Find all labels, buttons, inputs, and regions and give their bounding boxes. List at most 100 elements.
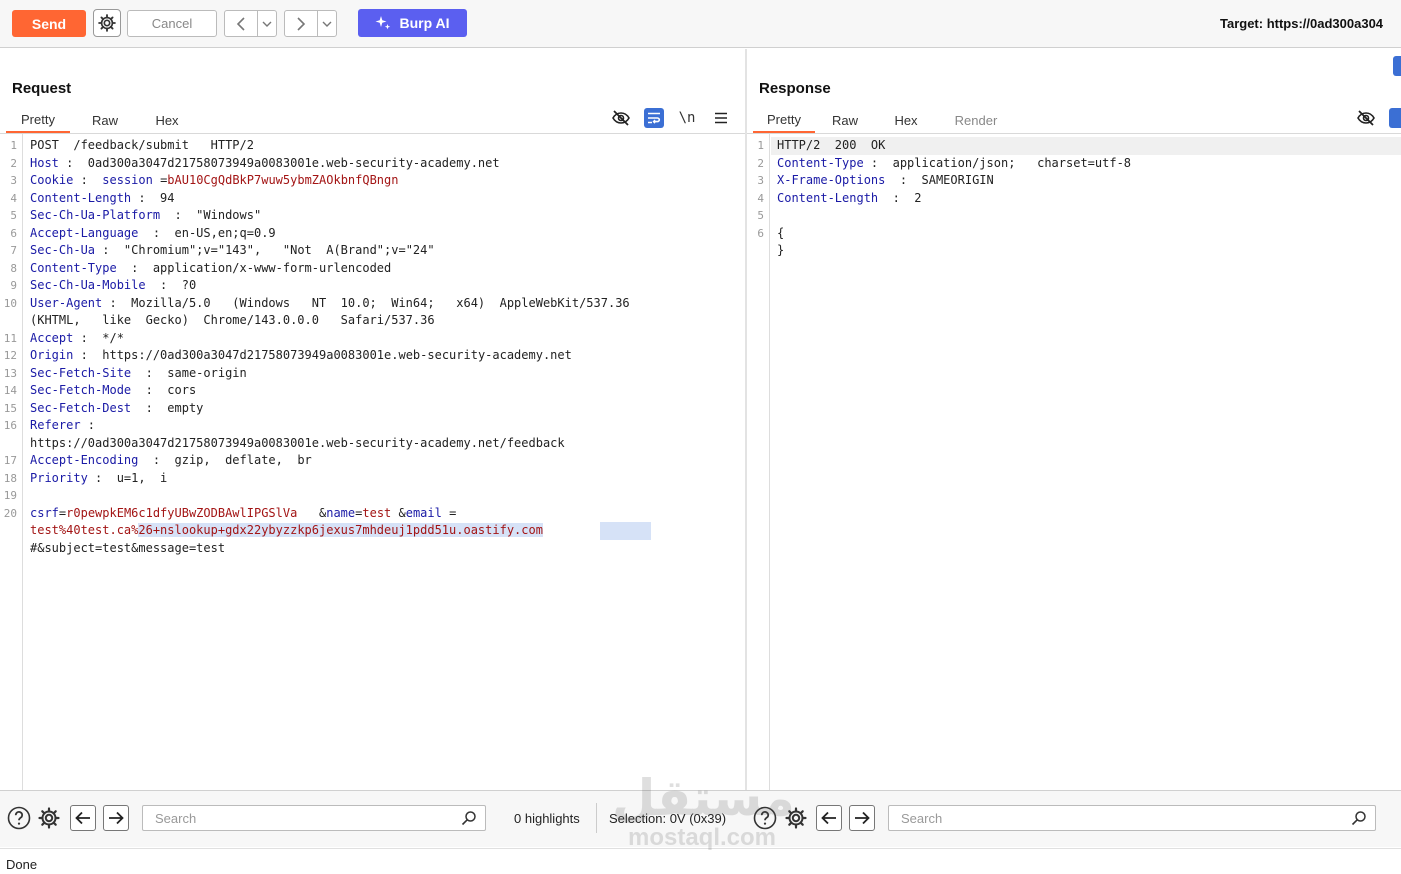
code-text: : <box>80 418 96 432</box>
request-line[interactable]: 18 Priority : u=1, i <box>0 470 745 488</box>
request-tab-hex[interactable]: Hex <box>140 107 194 133</box>
line-number: 19 <box>3 489 17 502</box>
request-line[interactable]: 7 Sec-Ch-Ua : "Chromium";v="143", "Not A(… <box>0 242 745 260</box>
line-code: Content-Length : 94 <box>30 190 175 208</box>
response-line[interactable]: 4 Content-Length : 2 <box>747 190 1401 208</box>
request-line[interactable]: 5 Sec-Ch-Ua-Platform : "Windows" <box>0 207 745 225</box>
selection-tail <box>600 522 651 540</box>
request-line[interactable]: 15 Sec-Fetch-Dest : empty <box>0 400 745 418</box>
search-settings-button[interactable] <box>36 805 62 831</box>
wrap-lines-icon <box>648 112 661 124</box>
request-line[interactable]: 6 Accept-Language : en-US,en;q=0.9 <box>0 225 745 243</box>
response-line[interactable]: 1 HTTP/2 200 OK <box>747 137 1401 155</box>
code-text: (KHTML, like Gecko) Chrome/143.0.0.0 Saf… <box>30 313 435 327</box>
code-text: : 0ad300a3047d21758073949a0083001e.web-s… <box>58 155 500 170</box>
response-tab-raw[interactable]: Raw <box>815 107 875 133</box>
back-history-dropdown[interactable] <box>258 11 276 36</box>
line-number: 2 <box>757 156 764 170</box>
line-number: 2 <box>10 156 17 170</box>
response-wrap-lines-button[interactable] <box>1389 108 1401 128</box>
wrap-lines-button[interactable] <box>644 108 664 128</box>
request-line[interactable]: 1 POST /feedback/submit HTTP/2 <box>0 137 745 155</box>
header-key: Host <box>30 155 59 170</box>
response-search-input[interactable]: Search <box>888 805 1376 831</box>
side-panel-tab[interactable] <box>1393 56 1401 76</box>
request-line[interactable]: 8 Content-Type : application/x-www-form-u… <box>0 260 745 278</box>
search-next-button[interactable] <box>103 805 129 831</box>
response-line[interactable]: 2 Content-Type : application/json; charse… <box>747 155 1401 173</box>
response-search-prev-button[interactable] <box>816 805 842 831</box>
chevron-down-icon <box>262 21 272 27</box>
back-button[interactable] <box>225 11 258 36</box>
response-hide-nonprintable-button[interactable] <box>1355 107 1377 129</box>
line-number: 11 <box>3 331 17 345</box>
line-number: 3 <box>10 174 17 187</box>
code-text: { <box>777 225 785 240</box>
response-search-next-button[interactable] <box>849 805 875 831</box>
request-tab-pretty[interactable]: Pretty <box>6 107 70 133</box>
line-code: Content-Type : application/json; charset… <box>777 155 1131 173</box>
request-line[interactable]: 20 csrf=r0pewpkEM6c1dfyUBwZODBAwlIPGSlVa … <box>0 505 745 523</box>
request-line[interactable]: (KHTML, like Gecko) Chrome/143.0.0.0 Saf… <box>0 312 745 330</box>
line-code: Sec-Fetch-Site : same-origin <box>30 365 247 383</box>
arrow-right-icon <box>109 811 124 825</box>
response-line[interactable]: 6{ <box>747 225 1401 243</box>
code-text: HTTP/2 200 OK <box>777 138 886 152</box>
newline-toggle-button[interactable]: \n <box>676 107 698 129</box>
request-tab-raw[interactable]: Raw <box>70 107 140 133</box>
request-menu-button[interactable] <box>710 107 732 129</box>
request-line[interactable]: 11 Accept : */* <box>0 330 745 348</box>
response-editor[interactable]: 1 HTTP/2 200 OK 2 Content-Type : applicatio… <box>747 134 1401 790</box>
send-button[interactable]: Send <box>12 10 86 37</box>
forward-button[interactable] <box>285 11 318 36</box>
request-line[interactable]: 2 Host : 0ad300a3047d21758073949a0083001e… <box>0 155 745 173</box>
chevron-down-icon <box>322 21 332 27</box>
request-line[interactable]: 14 Sec-Fetch-Mode : cors <box>0 382 745 400</box>
code-text: : Mozilla/5.0 (Windows NT 10.0; Win64; x… <box>102 295 630 310</box>
burp-ai-button[interactable]: Burp AI <box>358 9 467 37</box>
response-tab-pretty[interactable]: Pretty <box>753 107 815 133</box>
request-line[interactable]: 3 Cookie : session =bAU10CgQdBkP7wuw5ybmZ… <box>0 172 745 190</box>
line-code: Accept-Language : en-US,en;q=0.9 <box>30 225 276 243</box>
line-code: (KHTML, like Gecko) Chrome/143.0.0.0 Saf… <box>30 312 435 330</box>
eye-slash-icon <box>612 110 630 126</box>
search-icon <box>1351 811 1366 826</box>
target-label[interactable]: Target: https://0ad300a304 <box>1220 16 1401 31</box>
cancel-button[interactable]: Cancel <box>127 10 217 37</box>
header-key: Accept-Encoding <box>30 453 139 467</box>
request-search-input[interactable]: Search <box>142 805 486 831</box>
request-line[interactable]: 10 User-Agent : Mozilla/5.0 (Windows NT 1… <box>0 295 745 313</box>
response-line[interactable]: } <box>747 242 1401 260</box>
header-key: session <box>102 173 153 187</box>
request-line[interactable]: test%40test.ca%26+nslookup+gdx22ybyzzkp6… <box>0 522 745 540</box>
request-line[interactable]: https://0ad300a3047d21758073949a0083001e… <box>0 435 745 453</box>
hide-nonprintable-button[interactable] <box>610 107 632 129</box>
line-code: HTTP/2 200 OK <box>777 137 885 155</box>
response-tab-render[interactable]: Render <box>937 107 1015 133</box>
header-key: Content-Type <box>30 260 117 275</box>
request-line[interactable]: 19 <box>0 487 745 505</box>
forward-history-dropdown[interactable] <box>318 11 336 36</box>
request-line[interactable]: #&subject=test&message=test <box>0 540 745 558</box>
request-line[interactable]: 9 Sec-Ch-Ua-Mobile : ?0 <box>0 277 745 295</box>
response-line[interactable]: 3 X-Frame-Options : SAMEORIGIN <box>747 172 1401 190</box>
search-prev-button[interactable] <box>70 805 96 831</box>
response-pane: Response Pretty Raw Hex Render 1 HTTP/2 2… <box>747 49 1401 790</box>
code-text: : */* <box>73 330 124 345</box>
header-key: X-Frame-Options <box>777 173 886 187</box>
line-code: test%40test.ca%26+nslookup+gdx22ybyzzkp6… <box>30 522 543 540</box>
request-line[interactable]: 4 Content-Length : 94 <box>0 190 745 208</box>
request-line[interactable]: 13 Sec-Fetch-Site : same-origin <box>0 365 745 383</box>
settings-button[interactable] <box>93 9 121 37</box>
response-line[interactable]: 5 <box>747 207 1401 225</box>
request-line[interactable]: 16 Referer : <box>0 417 745 435</box>
help-button[interactable] <box>6 805 32 831</box>
request-line[interactable]: 12 Origin : https://0ad300a3047d217580739… <box>0 347 745 365</box>
code-text: : <box>73 173 103 187</box>
request-editor[interactable]: 1 POST /feedback/submit HTTP/2 2 Host : 0ad… <box>0 134 745 790</box>
request-line[interactable]: 17 Accept-Encoding : gzip, deflate, br <box>0 452 745 470</box>
response-tab-hex[interactable]: Hex <box>875 107 937 133</box>
line-code: Sec-Fetch-Dest : empty <box>30 400 203 418</box>
header-key: Content-Length <box>777 190 879 205</box>
code-text: : u=1, i <box>87 470 168 485</box>
